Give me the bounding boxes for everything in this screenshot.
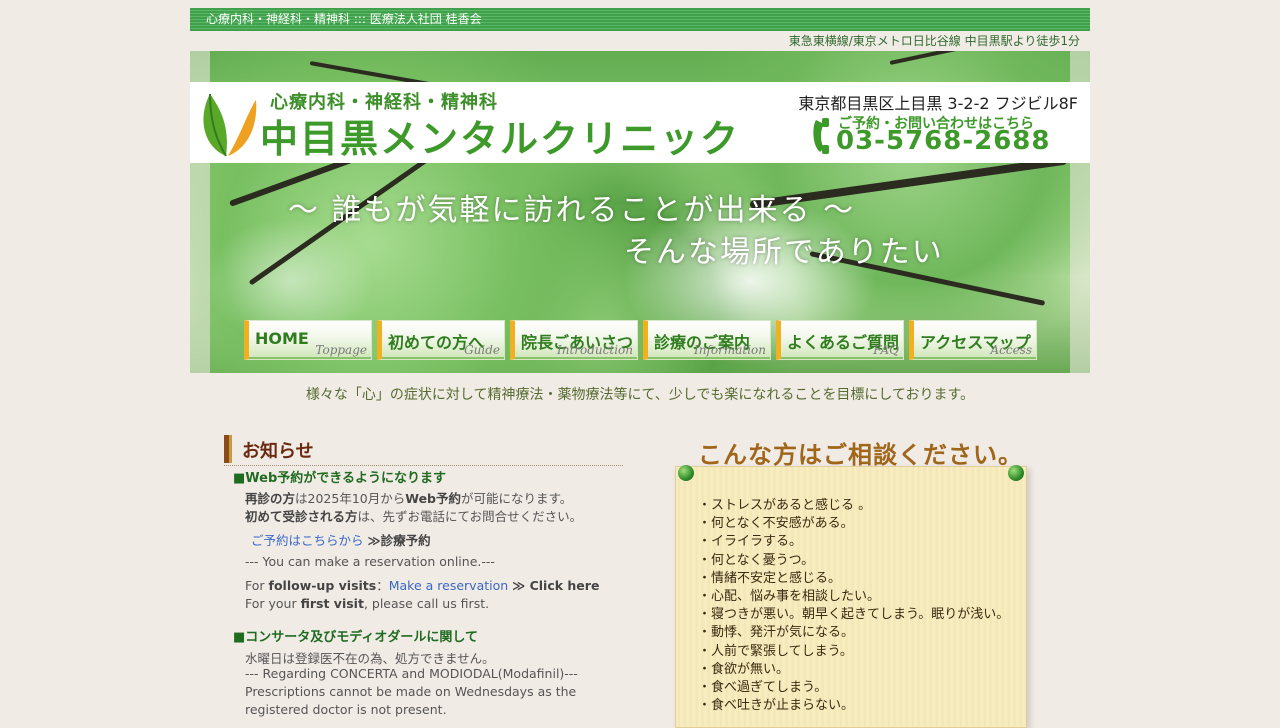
list-item: ・何となく不安感がある。 — [698, 516, 854, 532]
logo-bar: 心療内科・神経科・精神科 中目黒メンタルクリニック 東京都目黒区上目黒 3-2-… — [190, 82, 1090, 163]
access-info: 東急東横線/東京メトロ日比谷線 中目黒駅より徒歩1分 — [788, 34, 1080, 48]
nav-sublabel: Guide — [464, 343, 500, 357]
news-header: お知らせ — [224, 433, 623, 466]
leaf-logo-icon — [203, 93, 257, 157]
nav-access[interactable]: アクセスマップ Access — [909, 320, 1037, 360]
nav-sublabel: Information — [693, 343, 766, 357]
news-text: 再診の方は2025年10月からWeb予約が可能になります。 — [245, 491, 573, 506]
tagline-line1: 〜 誰もが気軽に訪れることが出来る 〜 — [288, 193, 856, 228]
nav-faq[interactable]: よくあるご質問 FAQ — [776, 320, 904, 360]
list-item: ・食べ吐きが止まらない。 — [698, 698, 855, 714]
consult-title: こんな方はご相談ください。 — [698, 441, 1023, 469]
nav-sublabel: Introduction — [557, 343, 633, 357]
news-text: 初めて受診される方は、先ずお電話にてお問合せください。 — [245, 509, 583, 524]
news-text-en: registered doctor is not present. — [245, 702, 447, 717]
nav-guide[interactable]: 初めての方へ Guide — [377, 320, 505, 360]
clinic-name[interactable]: 中目黒メンタルクリニック — [260, 108, 740, 163]
pin-icon — [1008, 465, 1024, 481]
pin-icon — [678, 465, 694, 481]
news-text-en: --- Regarding CONCERTA and MODIODAL(Moda… — [245, 666, 578, 681]
main-content: 様々な「心」の症状に対して精神療法・薬物療法等にて、少しでも楽になれることを目標… — [210, 373, 1070, 728]
consult-list: ・ストレスがあると感じる 。 ・何となく不安感がある。 ・イライラする。 ・何と… — [698, 497, 1009, 715]
tagline-line2: そんな場所でありたい — [624, 235, 944, 270]
click-here-link[interactable]: ≫ Click here — [512, 578, 599, 593]
reservation-link-en[interactable]: Make a reservation — [389, 578, 508, 593]
list-item: ・動悸、発汗が気になる。 — [698, 625, 855, 641]
nav-sublabel: FAQ — [873, 343, 899, 357]
consult-board: ・ストレスがあると感じる 。 ・何となく不安感がある。 ・イライラする。 ・何と… — [675, 465, 1027, 728]
lead-text: 様々な「心」の症状に対して精神療法・薬物療法等にて、少しでも楽になれることを目標… — [305, 387, 975, 403]
list-item: ・イライラする。 — [698, 534, 803, 550]
news-text-en: For follow-up visits：Make a reservation … — [245, 578, 600, 593]
list-item: ・人前で緊張してしまう。 — [698, 643, 853, 659]
main-nav: HOME Toppage 初めての方へ Guide 院長ごあいさつ Introd… — [244, 320, 1037, 360]
page: 心療内科・神経科・精神科 ::: 医療法人社団 桂香会 東急東横線/東京メトロ日… — [190, 0, 1090, 728]
branch-decoration — [889, 51, 1067, 65]
news-text-en: For your first visit, please call us fir… — [245, 596, 490, 611]
list-item: ・心配、悩み事を相談したい。 — [698, 589, 881, 605]
news-item-heading: ■コンサータ及びモディオダールに関して — [233, 630, 478, 645]
news-text-en: Prescriptions cannot be made on Wednesda… — [245, 684, 577, 699]
list-item: ・ストレスがあると感じる 。 — [698, 498, 872, 513]
news-bar-decoration — [224, 435, 232, 463]
nav-introduction[interactable]: 院長ごあいさつ Introduction — [510, 320, 638, 360]
nav-label: HOME — [255, 329, 309, 348]
phone-icon — [813, 118, 829, 154]
news-text: 水曜日は登録医不在の為、処方できません。 — [245, 651, 495, 666]
list-item: ・寝つきが悪い。朝早く起きてしまう。眠りが浅い。 — [698, 607, 1010, 623]
news-title: お知らせ — [242, 441, 314, 462]
nav-information[interactable]: 診療のご案内 Information — [643, 320, 771, 360]
reservation-link[interactable]: ご予約はこちらから ≫診療予約 — [251, 530, 431, 549]
banner: 心療内科・神経科・精神科 中目黒メンタルクリニック 東京都目黒区上目黒 3-2-… — [190, 51, 1090, 373]
news-text-en: --- You can make a reservation online.--… — [245, 554, 495, 569]
list-item: ・食べ過ぎてしまう。 — [698, 680, 828, 696]
nav-home[interactable]: HOME Toppage — [244, 320, 372, 360]
nav-sublabel: Toppage — [315, 343, 367, 357]
clinic-address: 東京都目黒区上目黒 3-2-2 フジビル8F — [798, 94, 1078, 113]
news-item-heading: ■Web予約ができるようになります — [233, 471, 447, 486]
list-item: ・情緒不安定と感じる。 — [698, 570, 842, 586]
list-item: ・食欲が無い。 — [698, 661, 790, 677]
nav-sublabel: Access — [990, 343, 1032, 357]
top-strip: 心療内科・神経科・精神科 ::: 医療法人社団 桂香会 — [190, 8, 1090, 31]
list-item: ・何となく憂うつ。 — [698, 552, 815, 568]
phone-number[interactable]: 03-5768-2688 — [836, 126, 1051, 156]
